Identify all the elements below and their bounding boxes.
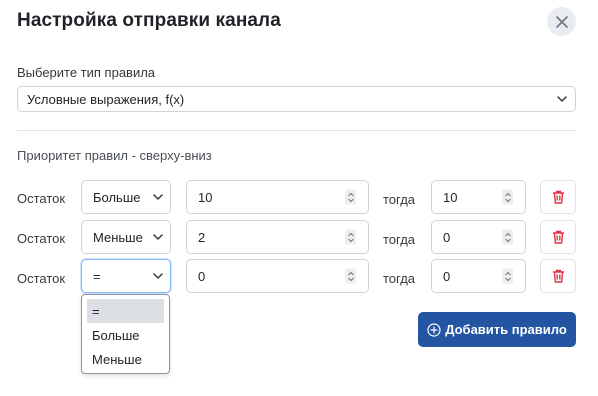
rule-1-result-input[interactable]: 10 xyxy=(431,180,526,214)
chevron-down-icon xyxy=(557,96,567,102)
close-icon xyxy=(555,15,568,28)
priority-label: Приоритет правил - сверху-вниз xyxy=(17,148,212,163)
divider xyxy=(17,130,576,131)
rule-3-delete-button[interactable] xyxy=(540,259,576,293)
rule-3-then-label: тогда xyxy=(383,271,416,286)
rule-type-label: Выберите тип правила xyxy=(17,65,156,80)
trash-icon xyxy=(552,269,564,283)
rule-1-operator-select[interactable]: Больше xyxy=(81,180,171,214)
add-rule-button[interactable]: Добавить правило xyxy=(418,312,576,347)
modal-title: Настройка отправки канала xyxy=(17,10,281,31)
rule-2-label: Остаток xyxy=(17,231,66,246)
rule-3-label: Остаток xyxy=(17,271,66,286)
close-button[interactable] xyxy=(547,7,576,36)
rule-1-result: 10 xyxy=(443,189,458,205)
rule-type-select[interactable]: Условные выражения, f(x) xyxy=(17,86,576,112)
plus-circle-icon xyxy=(427,322,441,337)
rule-3-value: 0 xyxy=(198,268,206,284)
rule-3-value-input[interactable]: 0 xyxy=(186,259,369,293)
operator-dropdown-list: = Больше Меньше xyxy=(81,294,170,374)
spinner-icon[interactable] xyxy=(345,229,356,245)
spinner-icon[interactable] xyxy=(502,229,513,245)
dropdown-option-greater[interactable]: Больше xyxy=(82,323,169,347)
rule-2-operator-value: Меньше xyxy=(93,229,143,245)
dropdown-option-equals[interactable]: = xyxy=(87,299,164,323)
dropdown-option-less[interactable]: Меньше xyxy=(82,347,169,371)
rule-1-delete-button[interactable] xyxy=(540,180,576,214)
add-rule-label: Добавить правило xyxy=(445,322,567,337)
rule-2-value: 2 xyxy=(198,229,206,245)
rule-2-then-label: тогда xyxy=(383,232,416,247)
rule-2-result: 0 xyxy=(443,229,451,245)
rule-2-result-input[interactable]: 0 xyxy=(431,220,526,254)
trash-icon xyxy=(552,230,564,244)
rule-1-value-input[interactable]: 10 xyxy=(186,180,369,214)
rule-2-value-input[interactable]: 2 xyxy=(186,220,369,254)
rule-1-value: 10 xyxy=(198,189,213,205)
spinner-icon[interactable] xyxy=(502,189,513,205)
chevron-down-icon xyxy=(153,234,163,240)
chevron-down-icon xyxy=(153,194,163,200)
rule-3-result-input[interactable]: 0 xyxy=(431,259,526,293)
rule-1-operator-value: Больше xyxy=(93,189,141,205)
rule-3-operator-value: = xyxy=(93,268,101,284)
spinner-icon[interactable] xyxy=(345,189,356,205)
rule-2-delete-button[interactable] xyxy=(540,220,576,254)
rule-1-then-label: тогда xyxy=(383,192,416,207)
rule-3-operator-select[interactable]: = xyxy=(81,259,171,293)
chevron-down-icon xyxy=(153,273,163,279)
rule-type-value: Условные выражения, f(x) xyxy=(27,91,185,107)
rule-2-operator-select[interactable]: Меньше xyxy=(81,220,171,254)
spinner-icon[interactable] xyxy=(345,268,356,284)
spinner-icon[interactable] xyxy=(502,268,513,284)
rule-3-result: 0 xyxy=(443,268,451,284)
trash-icon xyxy=(552,190,564,204)
rule-1-label: Остаток xyxy=(17,191,66,206)
